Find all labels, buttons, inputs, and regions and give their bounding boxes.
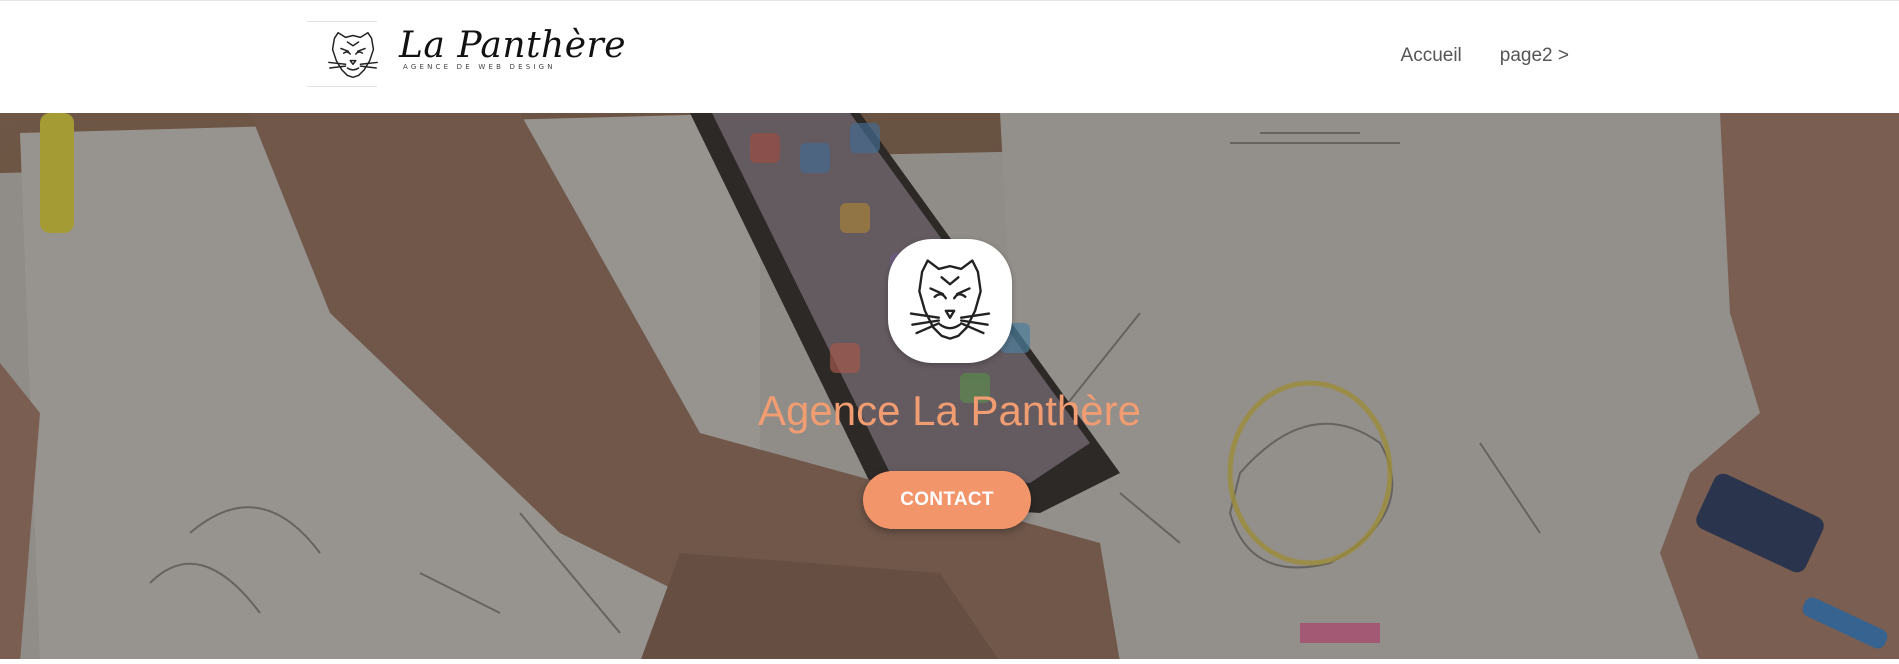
site-header: La Panthère AGENCE DE WEB DESIGN Accueil… bbox=[0, 0, 1899, 113]
hero-content: Agence La Panthère CONTACT bbox=[0, 113, 1899, 662]
panther-head-icon bbox=[909, 259, 991, 340]
logo-title: La Panthère bbox=[399, 25, 627, 66]
hero-section: Agence La Panthère CONTACT bbox=[0, 113, 1899, 662]
site-logo[interactable]: La Panthère AGENCE DE WEB DESIGN bbox=[307, 21, 626, 87]
logo-subtitle: AGENCE DE WEB DESIGN bbox=[403, 63, 556, 71]
main-nav: Accueil page2 > bbox=[1401, 45, 1569, 67]
hero-title: Agence La Panthère bbox=[758, 387, 1141, 434]
hero-bottom-border bbox=[0, 659, 1899, 662]
panther-head-icon bbox=[328, 31, 378, 79]
nav-link-accueil[interactable]: Accueil bbox=[1401, 45, 1462, 67]
contact-button[interactable]: CONTACT bbox=[863, 471, 1031, 529]
hero-logo-badge bbox=[888, 239, 1012, 363]
nav-link-page2[interactable]: page2 > bbox=[1500, 45, 1569, 67]
